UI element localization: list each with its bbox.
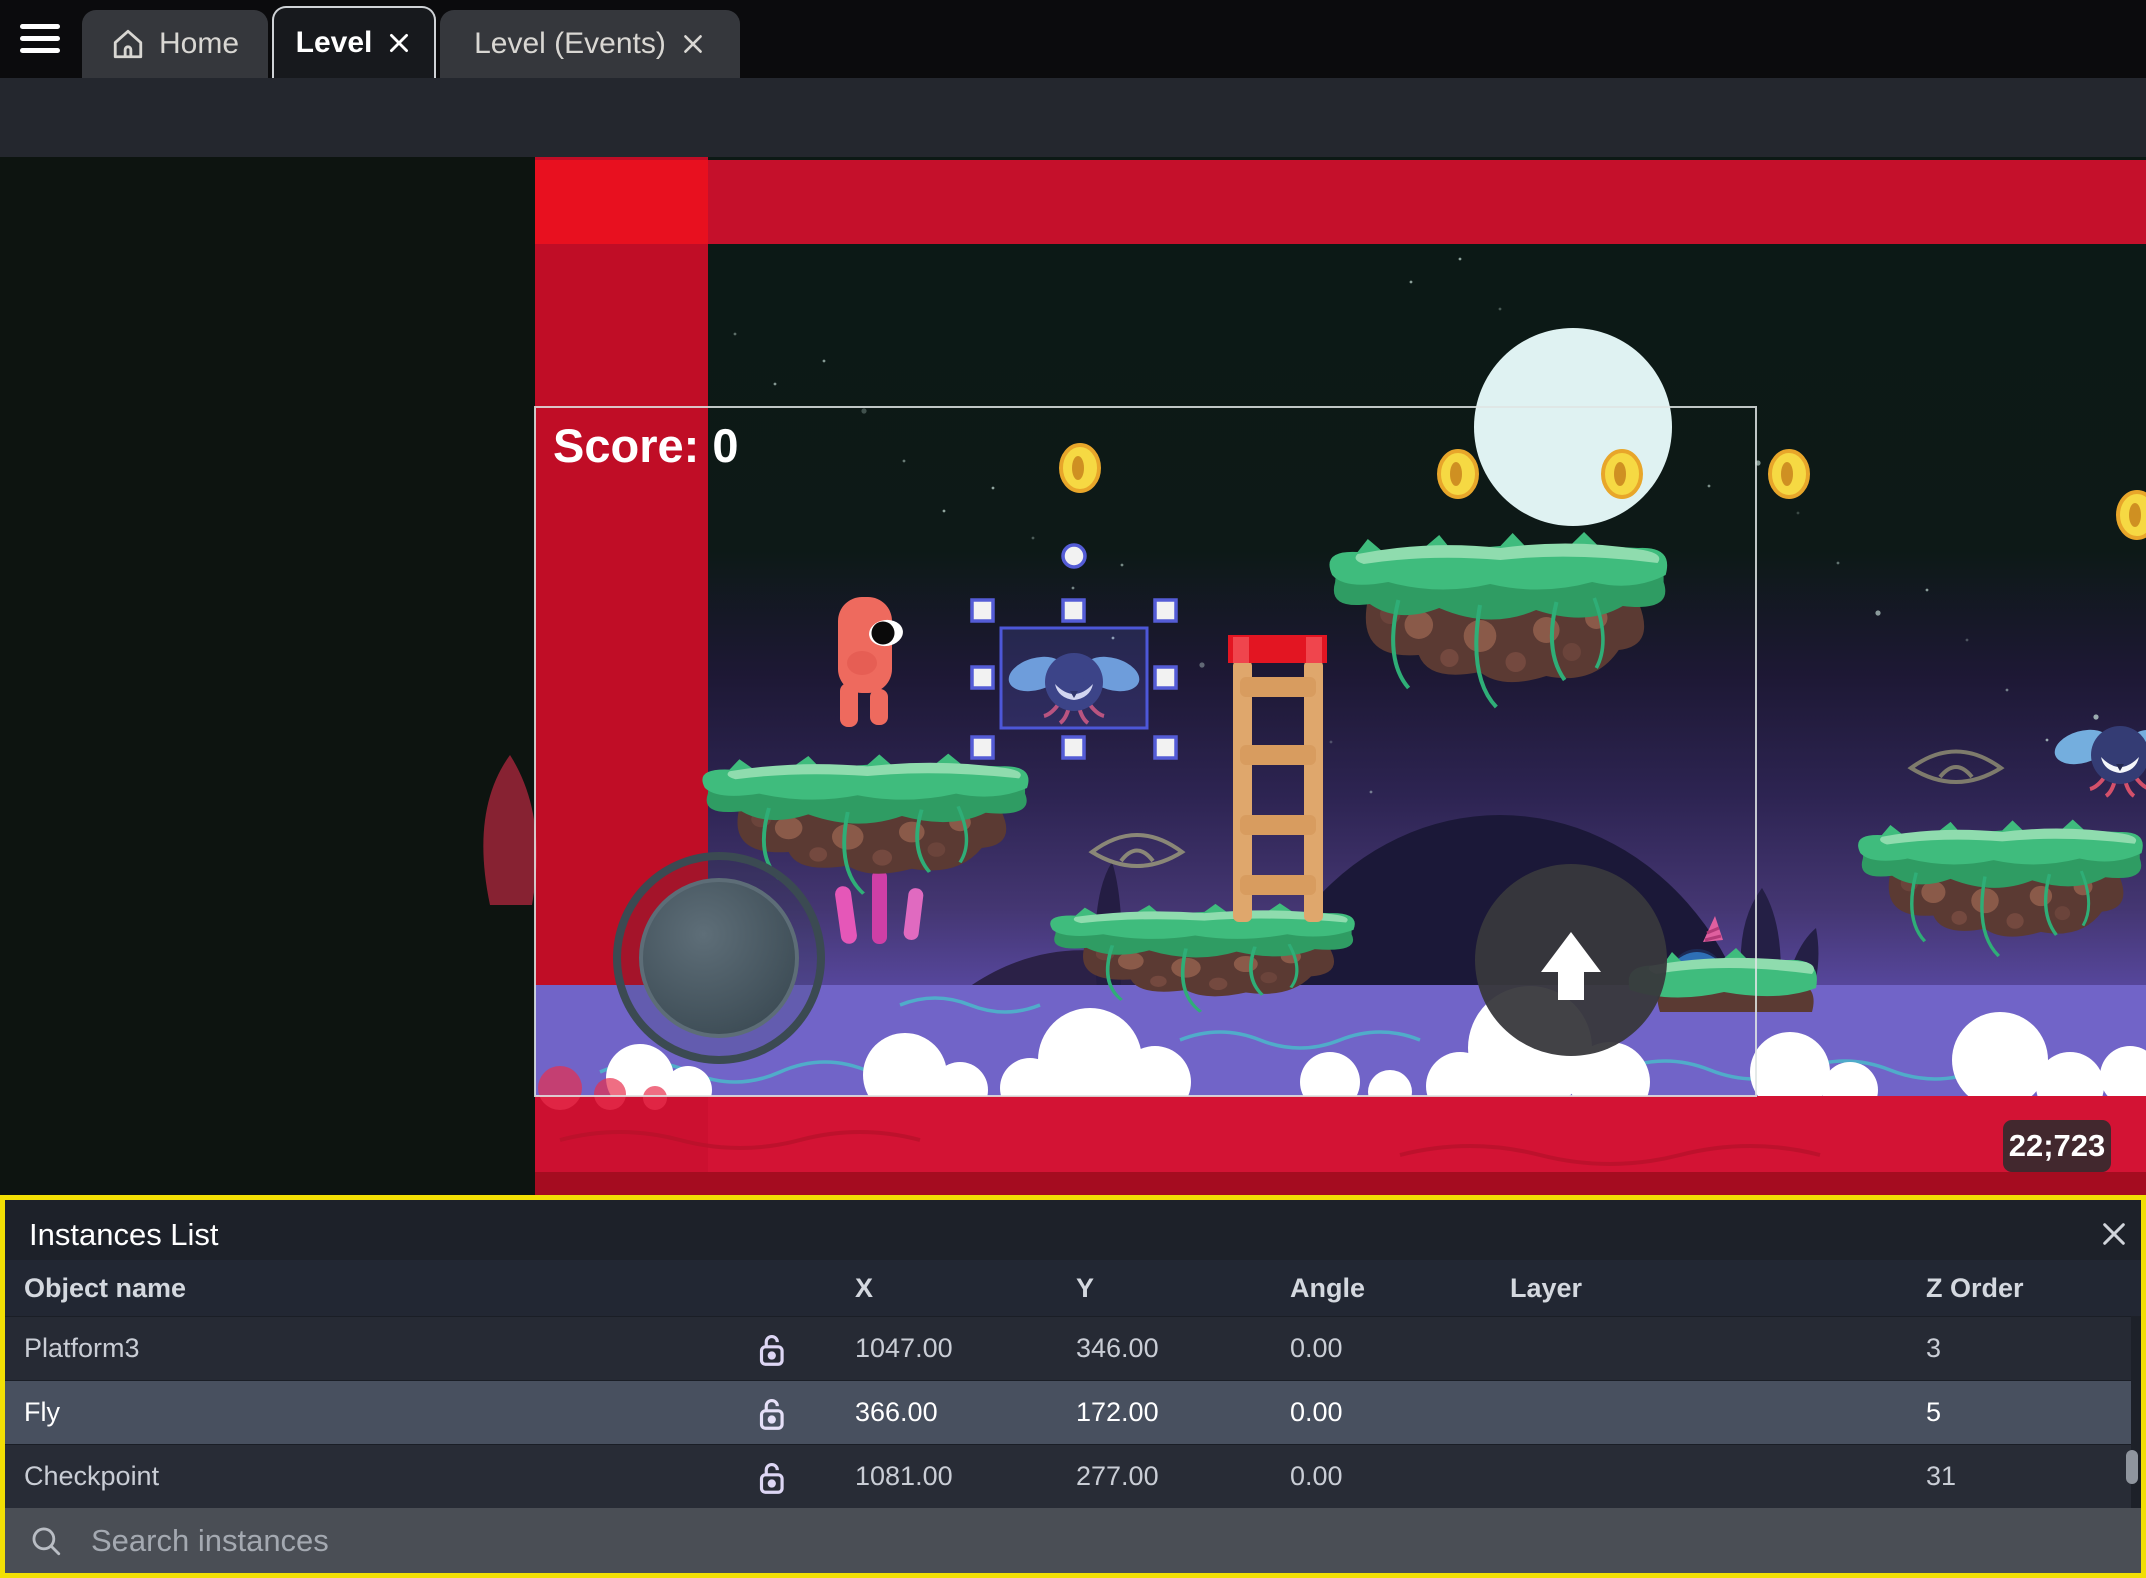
red-strip-object[interactable] (535, 160, 2146, 244)
coin-object[interactable] (1437, 449, 1479, 499)
search-bar (5, 1508, 2141, 1573)
rotate-handle[interactable] (1061, 543, 1087, 569)
scrollbar-thumb[interactable] (2126, 1450, 2138, 1484)
jump-button-object[interactable] (1475, 864, 1667, 1056)
tab-level[interactable]: Level (272, 6, 436, 78)
tab-level-close-icon[interactable] (386, 30, 412, 56)
lock-open-icon[interactable] (752, 1329, 790, 1371)
lock-open-icon[interactable] (752, 1457, 790, 1499)
search-instances-input[interactable] (89, 1521, 1893, 1560)
tab-level-events-label: Level (Events) (474, 27, 666, 60)
tab-home[interactable]: Home (82, 10, 268, 78)
editor-toolbar: Preview Publish (0, 78, 2146, 228)
score-hud-text: Score: 0 (553, 419, 738, 472)
editor-out-of-scene-area (0, 157, 535, 1195)
column-x[interactable]: X (855, 1273, 873, 1304)
tab-level-events-close-icon[interactable] (680, 31, 706, 57)
instance-row-fly-selected[interactable]: Fly 366.00 172.00 0.00 5 (5, 1380, 2131, 1445)
main-menu-icon[interactable] (20, 24, 60, 56)
panel-title: Instances List (29, 1217, 219, 1252)
tab-home-label: Home (158, 27, 240, 60)
coin-object[interactable] (1059, 443, 1101, 493)
moon-object[interactable] (1474, 328, 1672, 526)
cursor-coordinates-badge: 22;723 (2003, 1120, 2111, 1172)
red-band-overlap (535, 160, 708, 244)
joystick-control-object[interactable] (613, 852, 825, 1064)
tab-level-events[interactable]: Level (Events) (440, 10, 740, 78)
column-z-order[interactable]: Z Order (1926, 1273, 2024, 1304)
instance-row-checkpoint[interactable]: Checkpoint 1081.00 277.00 0.00 31 (5, 1444, 2131, 1509)
column-object-name[interactable]: Object name (24, 1273, 186, 1304)
tab-bar: Home Level Level (Events) (0, 0, 2146, 78)
column-layer[interactable]: Layer (1510, 1273, 1582, 1304)
table-header-row: Object name X Y Angle Layer Z Order (5, 1260, 2141, 1316)
coin-object[interactable] (1768, 449, 1810, 499)
panel-close-icon[interactable] (2098, 1218, 2130, 1250)
instance-row-platform3[interactable]: Platform3 1047.00 346.00 0.00 3 (5, 1316, 2131, 1381)
instances-list-panel: Instances List Object name X Y Angle Lay… (0, 1195, 2146, 1578)
coin-object[interactable] (2116, 490, 2146, 540)
coin-object[interactable] (1601, 449, 1643, 499)
tab-level-label: Level (295, 26, 373, 59)
lock-open-icon[interactable] (752, 1393, 790, 1435)
column-angle[interactable]: Angle (1290, 1273, 1365, 1304)
svg-text:22;723: 22;723 (2009, 1128, 2106, 1163)
column-y[interactable]: Y (1076, 1273, 1094, 1304)
scene-canvas[interactable]: 22;723 Score: 0 (0, 157, 2146, 1195)
selection-rectangle[interactable] (999, 626, 1149, 730)
ground-dark-strip (535, 1172, 2146, 1195)
home-icon (113, 29, 143, 59)
search-icon (32, 1527, 61, 1555)
